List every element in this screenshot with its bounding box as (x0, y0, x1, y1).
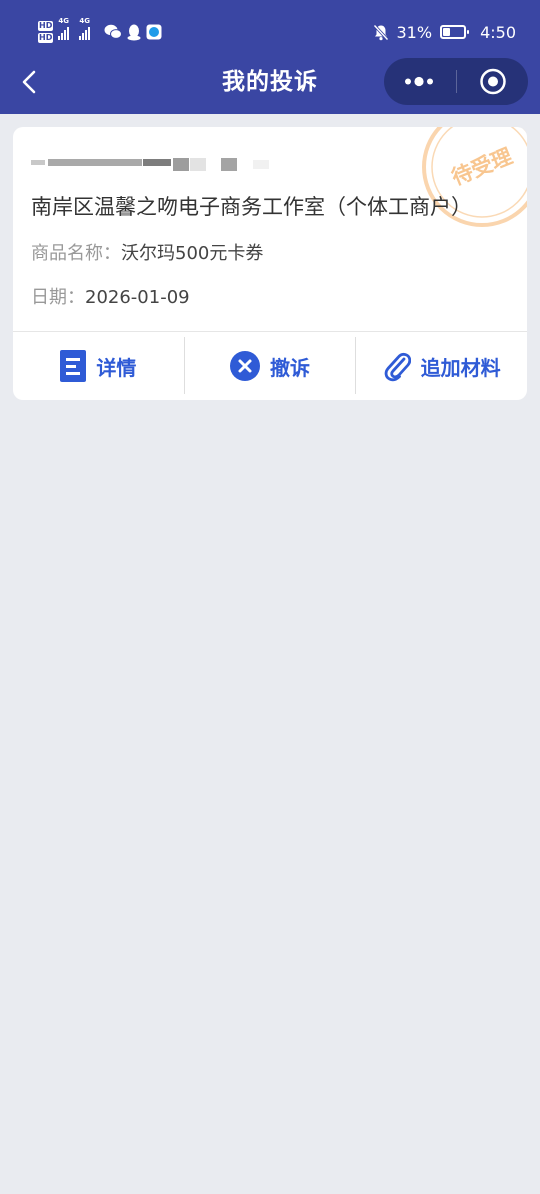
withdraw-label: 撤诉 (270, 355, 310, 380)
mini-program-capsule (384, 58, 528, 105)
merchant-name: 南岸区温馨之吻电子商务工作室（个体工商户） (31, 195, 472, 219)
product-value: 沃尔玛500元卡券 (121, 243, 264, 264)
battery-icon (440, 25, 470, 39)
target-close-icon (480, 68, 506, 95)
product-label: 商品名称： (31, 243, 121, 264)
close-miniprogram-button[interactable] (457, 58, 528, 105)
clock: 4:50 (480, 22, 516, 42)
add-materials-button[interactable]: 追加材料 (356, 332, 527, 400)
more-dots-icon (405, 76, 433, 87)
date-value: 2026-01-09 (85, 287, 190, 308)
signal-icon: 4G (58, 17, 74, 40)
signal-icon-2: 4G (79, 17, 99, 40)
hd-indicators: HD HD (38, 21, 54, 43)
withdraw-button[interactable]: 撤诉 (185, 332, 356, 400)
details-button[interactable]: 详情 (13, 332, 184, 400)
more-button[interactable] (384, 58, 456, 105)
details-label: 详情 (96, 355, 137, 380)
paperclip-icon (384, 353, 411, 382)
hd-badge-1: HD (38, 21, 54, 31)
app-header: HD HD 4G 4G 31% 4:50 我的投诉 (0, 0, 540, 114)
complaint-card[interactable]: 待受理 南岸区温馨之吻电子商务工作室（个体工商户） 商品名称：沃尔玛500元卡券… (13, 127, 527, 400)
document-icon (60, 350, 87, 382)
qq-icon (127, 24, 141, 40)
add-materials-label: 追加材料 (420, 355, 501, 380)
stamp-text: 待受理 (448, 144, 515, 190)
mute-bell-icon (372, 23, 389, 41)
status-bar: HD HD 4G 4G 31% 4:50 (0, 0, 540, 64)
battery-percent: 31% (396, 22, 433, 42)
date-label: 日期： (31, 287, 85, 308)
status-right: 31% 4:50 (372, 17, 516, 47)
hd-badge-2: HD (38, 33, 54, 43)
close-circle-icon (230, 351, 260, 381)
date-row: 日期：2026-01-09 (31, 283, 190, 309)
action-bar: 详情 撤诉 追加材料 (13, 331, 527, 400)
product-row: 商品名称：沃尔玛500元卡券 (31, 239, 263, 265)
status-left: HD HD 4G 4G (38, 17, 162, 47)
browser-icon (146, 24, 162, 40)
wechat-icon (104, 24, 123, 39)
